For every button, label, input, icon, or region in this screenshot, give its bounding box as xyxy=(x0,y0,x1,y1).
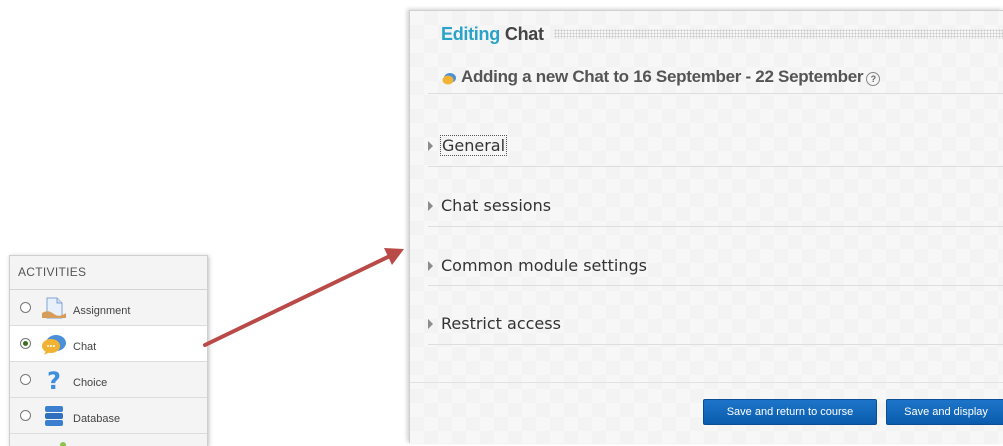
divider xyxy=(428,226,1003,227)
section-common-module-settings[interactable]: Common module settings xyxy=(428,256,647,275)
expand-triangle-icon xyxy=(428,140,433,151)
partial-icon xyxy=(60,442,66,446)
activity-label: Chat xyxy=(73,340,97,353)
database-icon xyxy=(45,405,63,426)
chat-icon xyxy=(442,72,456,84)
section-label: General xyxy=(439,135,508,156)
section-restrict-access[interactable]: Restrict access xyxy=(428,314,561,333)
section-label: Common module settings xyxy=(441,256,647,275)
title-prefix: Editing xyxy=(441,23,500,44)
activity-label: Assignment xyxy=(73,304,131,317)
page-subtitle: Adding a new Chat to 16 September - 22 S… xyxy=(442,67,881,87)
activities-header: ACTIVITIES xyxy=(10,256,207,290)
activity-option-chat[interactable]: Chat xyxy=(10,326,207,362)
save-and-display-button[interactable]: Save and display xyxy=(886,399,1003,425)
activity-label: Database xyxy=(73,412,121,425)
section-general[interactable]: General xyxy=(428,135,508,156)
activity-chooser: ACTIVITIES Assignment Chat ? Choice Data… xyxy=(9,255,208,446)
radio-database[interactable] xyxy=(20,410,31,421)
divider xyxy=(428,344,1003,345)
section-label: Restrict access xyxy=(441,314,561,333)
editing-panel: Editing Chat Adding a new Chat to 16 Sep… xyxy=(409,10,1003,443)
assignment-icon xyxy=(42,297,66,318)
activity-option-partial[interactable] xyxy=(10,434,207,446)
radio-choice[interactable] xyxy=(20,374,31,385)
divider xyxy=(428,93,1003,94)
radio-assignment[interactable] xyxy=(20,302,31,313)
activity-option-choice[interactable]: ? Choice xyxy=(10,362,207,398)
chat-icon xyxy=(42,334,66,355)
activity-option-database[interactable]: Database xyxy=(10,398,207,434)
expand-triangle-icon xyxy=(428,260,433,271)
svg-text:?: ? xyxy=(47,367,61,393)
activity-label: Choice xyxy=(73,376,108,389)
subtitle-text: Adding a new Chat to 16 September - 22 S… xyxy=(461,67,864,86)
activity-option-assignment[interactable]: Assignment xyxy=(10,290,207,326)
page-title: Editing Chat xyxy=(441,21,1003,47)
section-label: Chat sessions xyxy=(441,196,552,215)
title-divider xyxy=(553,29,1003,39)
help-icon[interactable]: ? xyxy=(866,71,881,86)
expand-triangle-icon xyxy=(428,200,433,211)
radio-chat[interactable] xyxy=(20,338,31,349)
divider xyxy=(428,166,1003,167)
expand-triangle-icon xyxy=(428,318,433,329)
choice-icon: ? xyxy=(47,367,61,393)
save-and-return-button[interactable]: Save and return to course xyxy=(703,399,877,425)
section-chat-sessions[interactable]: Chat sessions xyxy=(428,196,551,215)
divider xyxy=(428,285,1003,286)
title-module: Chat xyxy=(504,23,544,44)
